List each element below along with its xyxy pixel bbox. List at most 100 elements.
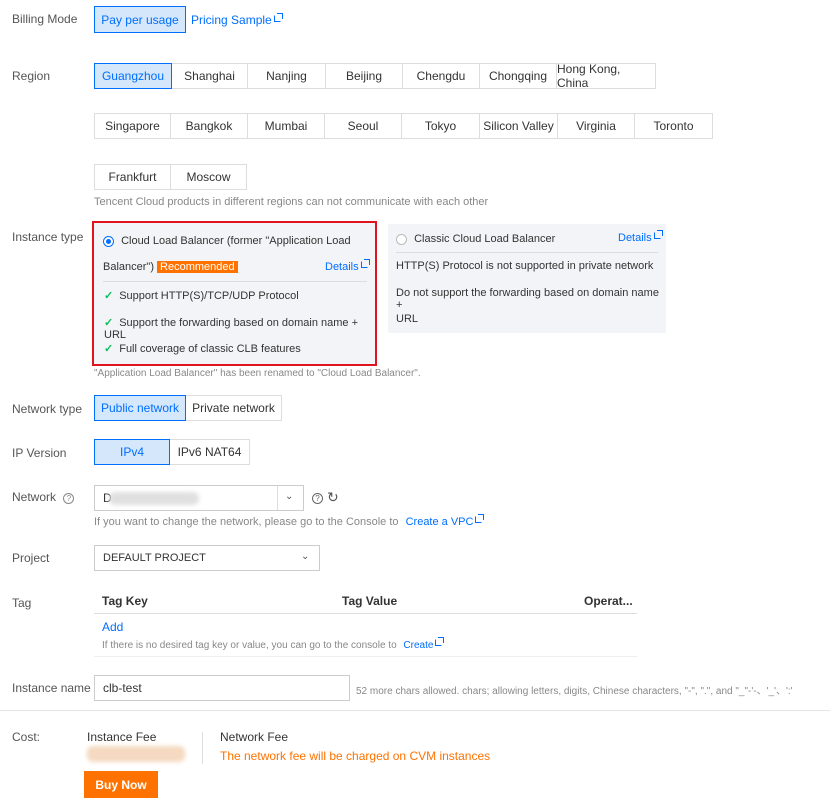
region-chengdu[interactable]: Chengdu [402, 63, 480, 89]
create-vpc-link[interactable]: Create a VPC [406, 516, 474, 528]
tag-hint-wrap: If there is no desired tag key or value,… [102, 637, 445, 651]
clb-radio[interactable] [103, 235, 114, 247]
tag-table-header: Tag Key Tag Value Operat... [94, 590, 637, 614]
check-icon: ✓ [104, 290, 114, 302]
region-moscow[interactable]: Moscow [170, 164, 247, 190]
region-tokyo[interactable]: Tokyo [401, 113, 480, 139]
region-hint: Tencent Cloud products in different regi… [94, 196, 489, 208]
tag-value-header: Tag Value [342, 594, 398, 608]
cost-label: Cost: [12, 730, 41, 744]
clb-details-text[interactable]: Details [325, 261, 359, 273]
region-bangkok[interactable]: Bangkok [170, 113, 248, 139]
redacted-network-id [109, 492, 199, 505]
fee-separator [202, 732, 203, 764]
clb-divider [103, 281, 367, 282]
clb-feature-3: ✓ Full coverage of classic CLB features [104, 342, 301, 355]
project-select[interactable]: DEFAULT PROJECT ⌄ [94, 545, 320, 571]
clb-title-line1: Cloud Load Balancer (former "Application… [121, 235, 351, 247]
region-frankfurt[interactable]: Frankfurt [94, 164, 171, 190]
external-link-icon [435, 637, 445, 646]
billing-option-pay-per-usage[interactable]: Pay per usage [94, 6, 186, 33]
region-row-3: Frankfurt Moscow [94, 164, 247, 190]
classic-line-2: Do not support the forwarding based on d… [396, 287, 659, 311]
clb-title-line2: Balancer") [103, 261, 154, 273]
tag-key-header: Tag Key [102, 594, 148, 608]
clb-feature-text: Support the forwarding based on domain n… [104, 317, 359, 341]
pricing-sample-text[interactable]: Pricing Sample [191, 13, 272, 27]
instance-name-input[interactable]: clb-test [94, 675, 350, 701]
classic-clb-option-card[interactable]: Classic Cloud Load Balancer Details HTTP… [388, 224, 666, 333]
network-type-label: Network type [12, 402, 83, 416]
help-icon[interactable]: ? [63, 493, 75, 504]
region-shanghai[interactable]: Shanghai [171, 63, 248, 89]
external-link-icon [653, 230, 663, 239]
tag-hint: If there is no desired tag key or value,… [102, 640, 397, 651]
select-divider [277, 486, 278, 510]
network-fee-text: The network fee will be charged on CVM i… [220, 749, 491, 763]
rename-note: "Application Load Balancer" has been ren… [94, 368, 421, 379]
clb-details-link[interactable]: Details [325, 259, 370, 273]
classic-divider [396, 252, 658, 253]
project-label: Project [12, 551, 50, 565]
classic-line-3: URL [396, 313, 419, 325]
classic-clb-radio[interactable] [396, 233, 407, 245]
region-toronto[interactable]: Toronto [634, 113, 713, 139]
classic-clb-title: Classic Cloud Load Balancer [414, 233, 556, 245]
region-beijing[interactable]: Beijing [325, 63, 403, 89]
region-nanjing[interactable]: Nanjing [247, 63, 326, 89]
region-virginia[interactable]: Virginia [557, 113, 635, 139]
tag-table-divider [94, 656, 637, 657]
billing-mode-selector: Pay per usage [94, 6, 186, 33]
ip-version-ipv4[interactable]: IPv4 [94, 439, 170, 465]
clb-feature-text: Support HTTP(S)/TCP/UDP Protocol [119, 290, 299, 302]
ip-version-ipv6-nat64[interactable]: IPv6 NAT64 [169, 439, 250, 465]
chevron-down-icon: ⌄ [285, 491, 294, 502]
classic-details-link[interactable]: Details [618, 230, 663, 244]
recommended-badge: Recommended [157, 261, 238, 273]
region-silicon-valley[interactable]: Silicon Valley [479, 113, 558, 139]
pricing-sample-link[interactable]: Pricing Sample [191, 13, 283, 27]
billing-mode-label: Billing Mode [12, 12, 78, 26]
help-icon[interactable]: ? [312, 493, 323, 504]
redacted-instance-fee [87, 746, 185, 762]
external-link-icon [273, 13, 283, 22]
instance-type-label: Instance type [12, 230, 84, 244]
tag-label: Tag [12, 596, 32, 610]
region-row-2: Singapore Bangkok Mumbai Seoul Tokyo Sil… [94, 113, 713, 139]
region-guangzhou[interactable]: Guangzhou [94, 63, 172, 89]
clb-option-card[interactable]: Cloud Load Balancer (former "Application… [92, 221, 377, 366]
add-tag-link[interactable]: Add [102, 620, 123, 634]
network-hint: If you want to change the network, pleas… [94, 516, 399, 528]
create-tag-link[interactable]: Create [403, 640, 433, 651]
project-value: DEFAULT PROJECT [103, 552, 206, 564]
external-link-icon [360, 259, 370, 268]
network-label: Network [12, 490, 57, 504]
refresh-icon[interactable]: ↻ [327, 489, 339, 506]
region-mumbai[interactable]: Mumbai [247, 113, 325, 139]
region-hong-kong[interactable]: Hong Kong, China [556, 62, 656, 90]
instance-name-value: clb-test [103, 681, 142, 695]
region-singapore[interactable]: Singapore [94, 113, 171, 139]
network-select[interactable]: D ⌄ [94, 485, 304, 511]
region-row-1: Guangzhou Shanghai Nanjing Beijing Cheng… [94, 62, 656, 90]
clb-feature-1: ✓ Support HTTP(S)/TCP/UDP Protocol [104, 289, 299, 302]
cost-divider [0, 710, 830, 711]
region-seoul[interactable]: Seoul [324, 113, 402, 139]
region-chongqing[interactable]: Chongqing [479, 63, 557, 89]
classic-details-text[interactable]: Details [618, 232, 652, 244]
network-type-private[interactable]: Private network [185, 395, 282, 421]
network-type-public[interactable]: Public network [94, 395, 186, 421]
network-fee-label: Network Fee [220, 730, 289, 744]
network-label-wrap: Network ? [12, 490, 75, 504]
chevron-down-icon: ⌄ [301, 551, 310, 562]
buy-now-button[interactable]: Buy Now [84, 771, 158, 798]
clb-feature-text: Full coverage of classic CLB features [119, 343, 301, 355]
check-icon: ✓ [104, 317, 114, 329]
check-icon: ✓ [104, 343, 114, 355]
ip-version-label: IP Version [12, 446, 67, 460]
tag-operation-header: Operat... [584, 594, 633, 608]
instance-fee-label: Instance Fee [87, 730, 157, 744]
network-type-selector: Public network Private network [94, 395, 282, 421]
ip-version-selector: IPv4 IPv6 NAT64 [94, 439, 250, 465]
instance-name-label: Instance name [12, 681, 91, 695]
